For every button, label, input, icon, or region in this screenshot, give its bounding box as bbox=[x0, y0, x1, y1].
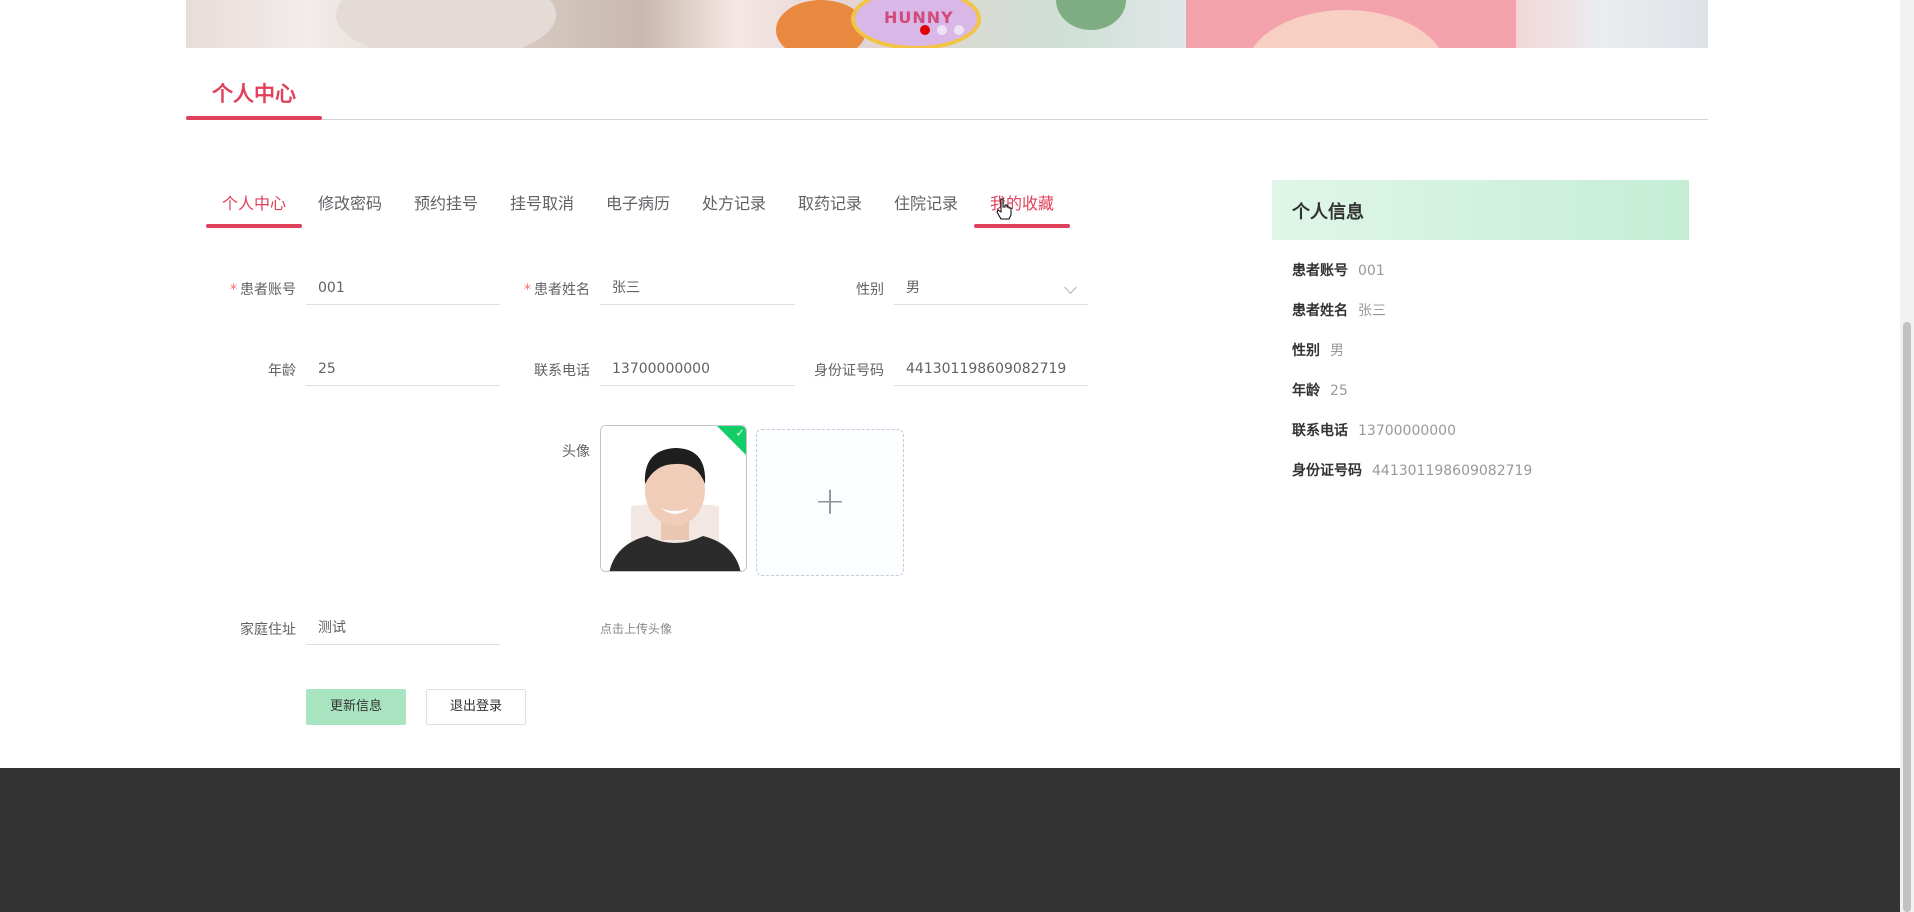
id-card-input[interactable] bbox=[894, 352, 1088, 386]
upload-avatar-hint: 点击上传头像 bbox=[600, 622, 673, 636]
tab-prescription-record[interactable]: 处方记录 bbox=[686, 190, 782, 214]
id-card-label: 身份证号码 bbox=[814, 363, 884, 379]
gender-selected-value: 男 bbox=[906, 280, 920, 296]
age-label: 年龄 bbox=[268, 363, 296, 379]
banner-photo-plant bbox=[1056, 0, 1126, 30]
hand-cursor-icon bbox=[996, 198, 1012, 220]
required-mark: * bbox=[230, 282, 237, 298]
tab-medical-record[interactable]: 电子病历 bbox=[590, 190, 686, 214]
scrollbar-thumb[interactable] bbox=[1903, 322, 1911, 912]
gender-select[interactable]: 男 bbox=[894, 271, 1088, 305]
gender-label: 性别 bbox=[856, 282, 884, 298]
carousel-dot[interactable] bbox=[954, 25, 964, 35]
avatar-image[interactable]: ✓ bbox=[600, 425, 747, 572]
carousel-dot[interactable] bbox=[920, 25, 930, 35]
vertical-scrollbar[interactable] bbox=[1900, 0, 1914, 912]
logout-button[interactable]: 退出登录 bbox=[426, 689, 526, 725]
account-input[interactable] bbox=[306, 271, 500, 305]
update-info-button[interactable]: 更新信息 bbox=[306, 689, 406, 725]
banner-photo-dog bbox=[336, 0, 556, 48]
age-input[interactable] bbox=[306, 352, 500, 386]
page-footer bbox=[0, 768, 1900, 912]
carousel-dot[interactable] bbox=[937, 25, 947, 35]
title-divider bbox=[186, 119, 1708, 120]
carousel-indicators bbox=[920, 25, 964, 35]
phone-input[interactable] bbox=[600, 352, 795, 386]
tab-personal-center[interactable]: 个人中心 bbox=[206, 190, 302, 214]
avatar-photo bbox=[601, 426, 746, 571]
avatar-upload-button[interactable]: + bbox=[756, 429, 904, 576]
info-row-gender: 性别男 bbox=[1292, 343, 1344, 359]
page-title: 个人中心 bbox=[212, 82, 296, 106]
info-row-account: 患者账号 001 bbox=[1292, 263, 1385, 279]
name-label: * 患者姓名 bbox=[524, 282, 590, 298]
info-row-id-card: 身份证号码 441301198609082719 bbox=[1292, 463, 1533, 479]
hover-tab-indicator bbox=[974, 224, 1070, 228]
banner-carousel[interactable]: HUNNY bbox=[186, 0, 1708, 48]
info-card-title: 个人信息 bbox=[1292, 202, 1364, 223]
info-row-age: 年龄 25 bbox=[1292, 383, 1348, 399]
phone-label: 联系电话 bbox=[534, 363, 590, 379]
info-row-phone: 联系电话 13700000000 bbox=[1292, 423, 1456, 439]
info-row-name: 患者姓名 张三 bbox=[1292, 303, 1386, 319]
check-icon: ✓ bbox=[735, 426, 745, 440]
tab-book-appointment[interactable]: 预约挂号 bbox=[398, 190, 494, 214]
plus-icon: + bbox=[814, 479, 846, 523]
name-input[interactable] bbox=[600, 271, 795, 305]
tab-medicine-pickup-record[interactable]: 取药记录 bbox=[782, 190, 878, 214]
tab-my-favorites[interactable]: 我的收藏 bbox=[974, 190, 1070, 214]
tab-change-password[interactable]: 修改密码 bbox=[302, 190, 398, 214]
account-label: * 患者账号 bbox=[230, 282, 296, 298]
avatar-label: 头像 bbox=[562, 444, 590, 460]
active-tab-indicator bbox=[206, 224, 302, 228]
tab-hospitalization-record[interactable]: 住院记录 bbox=[878, 190, 974, 214]
tab-cancel-appointment[interactable]: 挂号取消 bbox=[494, 190, 590, 214]
required-mark: * bbox=[524, 282, 531, 298]
title-underline bbox=[186, 116, 322, 120]
info-card-header: 个人信息 bbox=[1272, 180, 1689, 240]
address-input[interactable] bbox=[306, 611, 500, 645]
address-label: 家庭住址 bbox=[240, 622, 296, 638]
